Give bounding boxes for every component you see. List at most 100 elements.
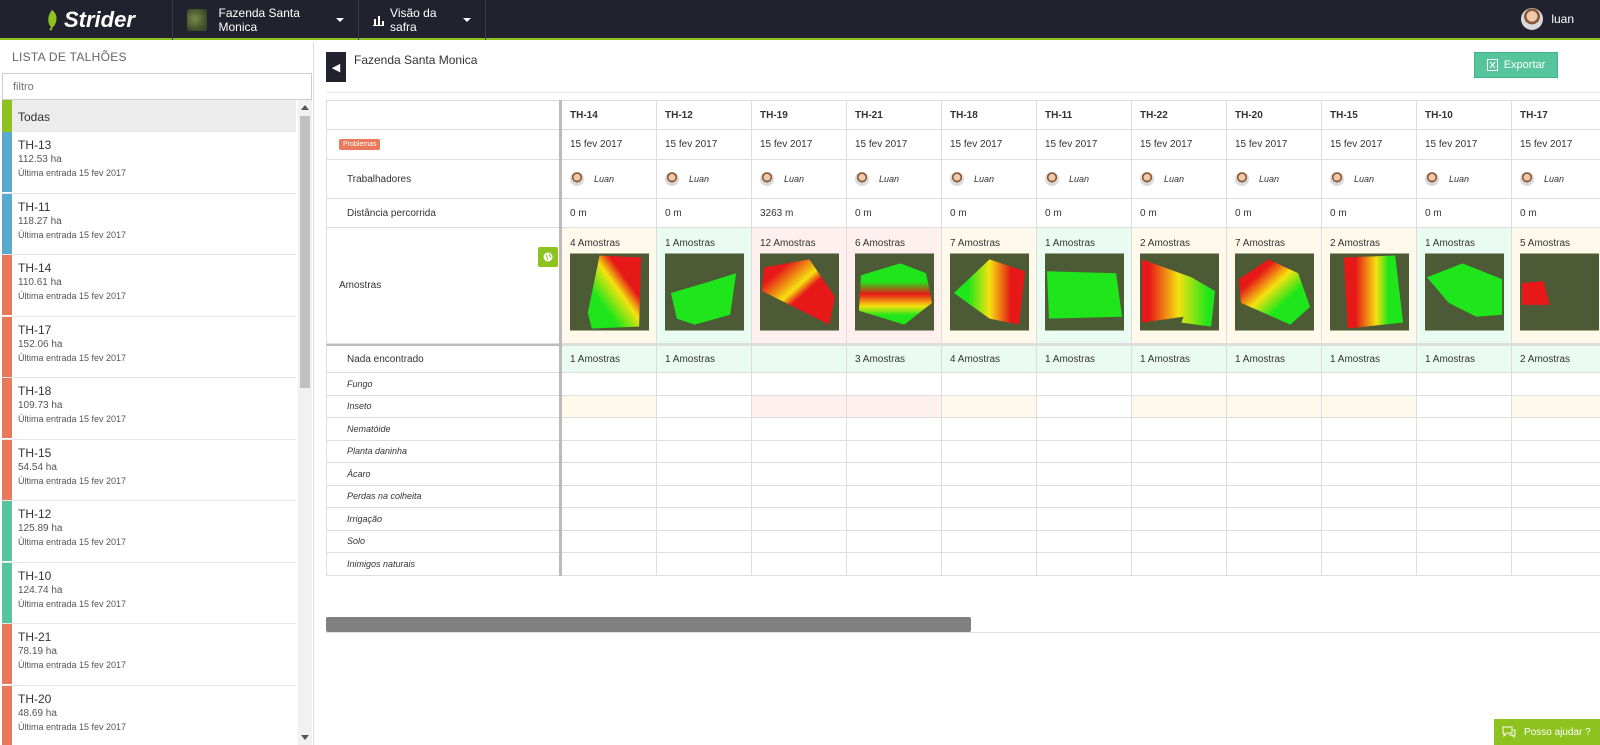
- scrollbar-thumb[interactable]: [300, 116, 310, 388]
- category-cell[interactable]: [1037, 463, 1131, 486]
- category-cell[interactable]: [1417, 440, 1511, 463]
- category-cell[interactable]: [1512, 508, 1600, 531]
- samples-cell[interactable]: 2 Amostras: [1322, 228, 1416, 344]
- category-cell[interactable]: [1227, 395, 1321, 418]
- category-cell[interactable]: [1132, 485, 1226, 508]
- brand-logo[interactable]: Strider: [44, 7, 135, 33]
- category-cell[interactable]: [1417, 395, 1511, 418]
- samples-cell[interactable]: 1 Amostras: [657, 228, 751, 344]
- field-heatmap-image[interactable]: [1425, 253, 1504, 331]
- help-chat-button[interactable]: Posso ajudar ?: [1494, 719, 1600, 745]
- category-cell[interactable]: [1322, 395, 1416, 418]
- category-cell[interactable]: [752, 418, 846, 441]
- category-cell[interactable]: [1322, 373, 1416, 396]
- category-cell[interactable]: [942, 463, 1036, 486]
- category-cell[interactable]: [1227, 463, 1321, 486]
- category-cell[interactable]: [1417, 508, 1511, 531]
- category-cell[interactable]: [942, 418, 1036, 441]
- category-cell[interactable]: [1037, 373, 1131, 396]
- category-cell[interactable]: [752, 440, 846, 463]
- category-cell[interactable]: [657, 463, 751, 486]
- field-heatmap-image[interactable]: [1045, 253, 1124, 331]
- category-cell[interactable]: [1322, 553, 1416, 576]
- column-header[interactable]: TH-19: [752, 100, 846, 130]
- field-heatmap-image[interactable]: [1520, 253, 1599, 331]
- category-cell[interactable]: [752, 373, 846, 396]
- category-cell[interactable]: [942, 395, 1036, 418]
- list-item-all[interactable]: Todas: [2, 100, 296, 132]
- category-cell[interactable]: [1512, 530, 1600, 553]
- category-cell[interactable]: [657, 553, 751, 576]
- list-item[interactable]: TH-20 48.69 ha Última entrada 15 fev 201…: [2, 685, 296, 745]
- category-cell[interactable]: [562, 440, 656, 463]
- category-cell[interactable]: [847, 395, 941, 418]
- category-cell[interactable]: [657, 373, 751, 396]
- category-cell[interactable]: [942, 553, 1036, 576]
- category-cell[interactable]: [1227, 553, 1321, 576]
- list-item[interactable]: TH-17 152.06 ha Última entrada 15 fev 20…: [2, 316, 296, 378]
- category-cell[interactable]: [752, 395, 846, 418]
- category-cell[interactable]: [1132, 530, 1226, 553]
- field-heatmap-image[interactable]: [1140, 253, 1219, 331]
- category-cell[interactable]: [1512, 395, 1600, 418]
- category-cell[interactable]: [847, 485, 941, 508]
- category-cell[interactable]: [1132, 463, 1226, 486]
- field-heatmap-image[interactable]: [855, 253, 934, 331]
- column-header[interactable]: TH-10: [1417, 100, 1511, 130]
- category-cell[interactable]: [752, 553, 846, 576]
- filter-input[interactable]: [2, 73, 312, 100]
- horizontal-scrollbar[interactable]: [326, 617, 1600, 633]
- category-cell[interactable]: [1322, 418, 1416, 441]
- category-cell[interactable]: [1132, 418, 1226, 441]
- category-cell[interactable]: [942, 373, 1036, 396]
- category-cell[interactable]: [1322, 530, 1416, 553]
- worker[interactable]: Luan: [855, 172, 899, 186]
- category-cell[interactable]: [1322, 508, 1416, 531]
- column-header[interactable]: TH-14: [562, 100, 656, 130]
- category-cell[interactable]: [847, 440, 941, 463]
- category-cell[interactable]: [1037, 395, 1131, 418]
- category-cell[interactable]: [1322, 440, 1416, 463]
- scroll-up-icon[interactable]: [301, 105, 309, 110]
- list-item[interactable]: TH-12 125.89 ha Última entrada 15 fev 20…: [2, 501, 296, 563]
- category-cell[interactable]: [1132, 553, 1226, 576]
- samples-cell[interactable]: 2 Amostras: [1132, 228, 1226, 344]
- worker[interactable]: Luan: [760, 172, 804, 186]
- category-cell[interactable]: [942, 530, 1036, 553]
- list-item[interactable]: TH-13 112.53 ha Última entrada 15 fev 20…: [2, 132, 296, 194]
- sidebar-scrollbar[interactable]: [298, 100, 312, 745]
- category-cell[interactable]: [1417, 530, 1511, 553]
- category-cell[interactable]: [1322, 485, 1416, 508]
- samples-cell[interactable]: 1 Amostras: [1417, 228, 1511, 344]
- category-cell[interactable]: [942, 508, 1036, 531]
- field-heatmap-image[interactable]: [1330, 253, 1409, 331]
- list-item[interactable]: TH-11 118.27 ha Última entrada 15 fev 20…: [2, 193, 296, 255]
- category-cell[interactable]: [1417, 373, 1511, 396]
- samples-cell[interactable]: 12 Amostras: [752, 228, 846, 344]
- worker[interactable]: Luan: [665, 172, 709, 186]
- category-cell[interactable]: [1227, 418, 1321, 441]
- samples-cell[interactable]: 7 Amostras: [1227, 228, 1321, 344]
- category-cell[interactable]: [847, 373, 941, 396]
- column-header[interactable]: TH-22: [1132, 100, 1226, 130]
- column-header[interactable]: TH-21: [847, 100, 941, 130]
- category-cell[interactable]: [657, 530, 751, 553]
- category-cell[interactable]: [847, 418, 941, 441]
- category-cell[interactable]: [1227, 530, 1321, 553]
- category-cell[interactable]: [752, 508, 846, 531]
- category-cell[interactable]: [657, 508, 751, 531]
- category-cell[interactable]: [1417, 418, 1511, 441]
- category-cell[interactable]: [1512, 373, 1600, 396]
- category-cell[interactable]: [942, 485, 1036, 508]
- category-cell[interactable]: [657, 395, 751, 418]
- category-cell[interactable]: [942, 440, 1036, 463]
- category-cell[interactable]: [562, 485, 656, 508]
- category-cell[interactable]: [1132, 395, 1226, 418]
- list-item[interactable]: TH-10 124.74 ha Última entrada 15 fev 20…: [2, 562, 296, 624]
- category-cell[interactable]: [752, 463, 846, 486]
- category-cell[interactable]: [1037, 553, 1131, 576]
- category-cell[interactable]: [1417, 485, 1511, 508]
- column-header[interactable]: TH-12: [657, 100, 751, 130]
- list-item[interactable]: TH-15 54.54 ha Última entrada 15 fev 201…: [2, 439, 296, 501]
- category-cell[interactable]: [847, 508, 941, 531]
